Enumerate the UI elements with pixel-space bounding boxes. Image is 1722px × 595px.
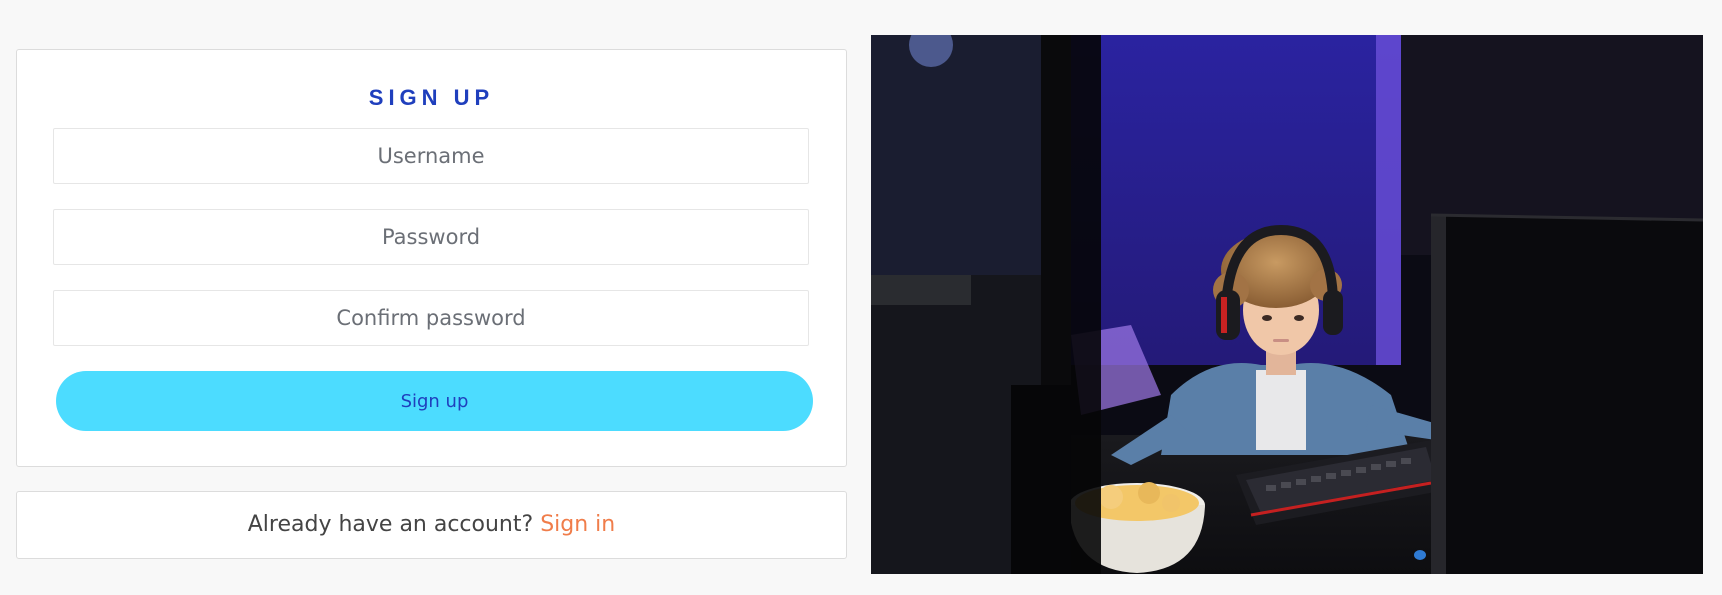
signin-prompt: Already have an account? [247, 512, 534, 537]
signin-link[interactable]: Sign in [540, 512, 615, 537]
password-input[interactable] [53, 209, 809, 265]
signup-title: SIGN UP [368, 85, 495, 110]
gaming-kid-illustration [871, 35, 1703, 574]
signup-button[interactable]: Sign up [56, 371, 813, 431]
signup-card: SIGN UP Sign up [16, 49, 847, 467]
username-input[interactable] [53, 128, 809, 184]
hero-image [871, 35, 1703, 574]
confirm-password-input[interactable] [53, 290, 809, 346]
signin-card: Already have an account? Sign in [16, 491, 847, 559]
